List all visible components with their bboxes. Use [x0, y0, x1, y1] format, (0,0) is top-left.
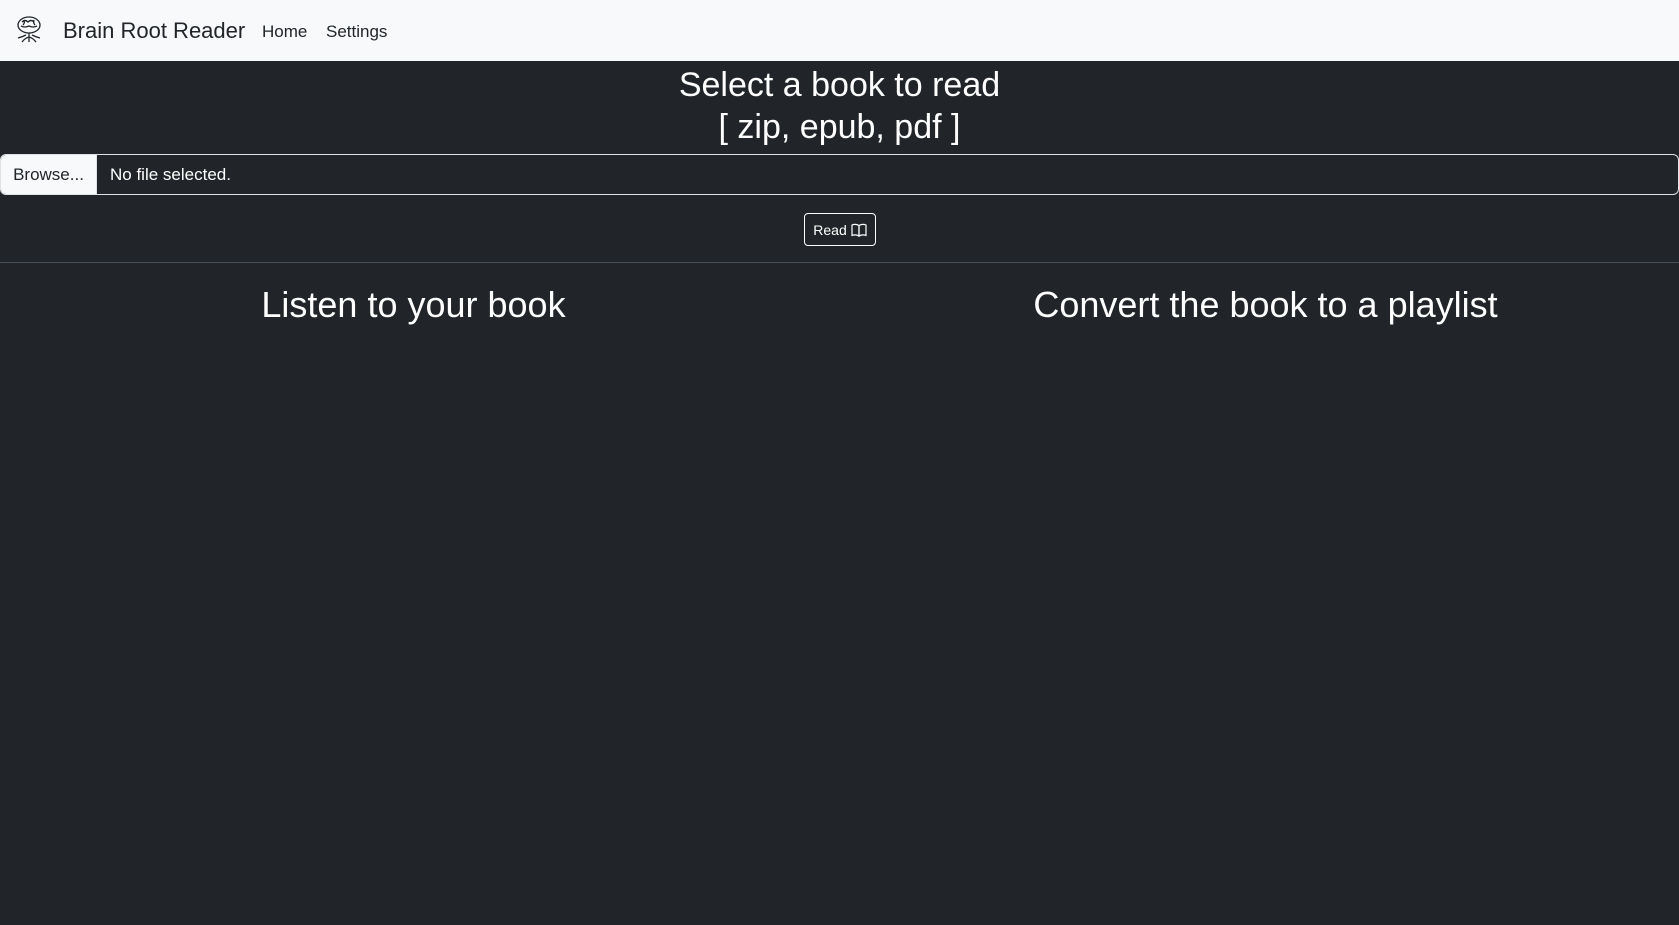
file-status-text: No file selected. [110, 164, 231, 184]
read-button[interactable]: Read [804, 213, 876, 246]
playlist-section-title: Convert the book to a playlist [1033, 284, 1498, 325]
section-divider [0, 262, 1679, 263]
upload-title-line1: Select a book to read [678, 66, 1001, 104]
book-open-icon [851, 223, 867, 237]
read-button-label: Read [813, 221, 847, 238]
upload-title: Select a book to read [ zip, epub, pdf ] [0, 64, 1679, 148]
nav-link-settings[interactable]: Settings [326, 21, 387, 43]
nav-link-home[interactable]: Home [262, 21, 307, 43]
listen-section-title: Listen to your book [261, 284, 566, 325]
top-navbar: Brain Root Reader Home Settings [0, 0, 1679, 61]
brand-name-link[interactable]: Brain Root Reader [63, 17, 245, 45]
book-file-input[interactable]: Browse... No file selected. [0, 154, 1679, 195]
brain-tree-logo-icon[interactable] [14, 14, 44, 44]
upload-title-formats: [ zip, epub, pdf ] [718, 108, 961, 146]
browse-button[interactable]: Browse... [1, 155, 97, 194]
